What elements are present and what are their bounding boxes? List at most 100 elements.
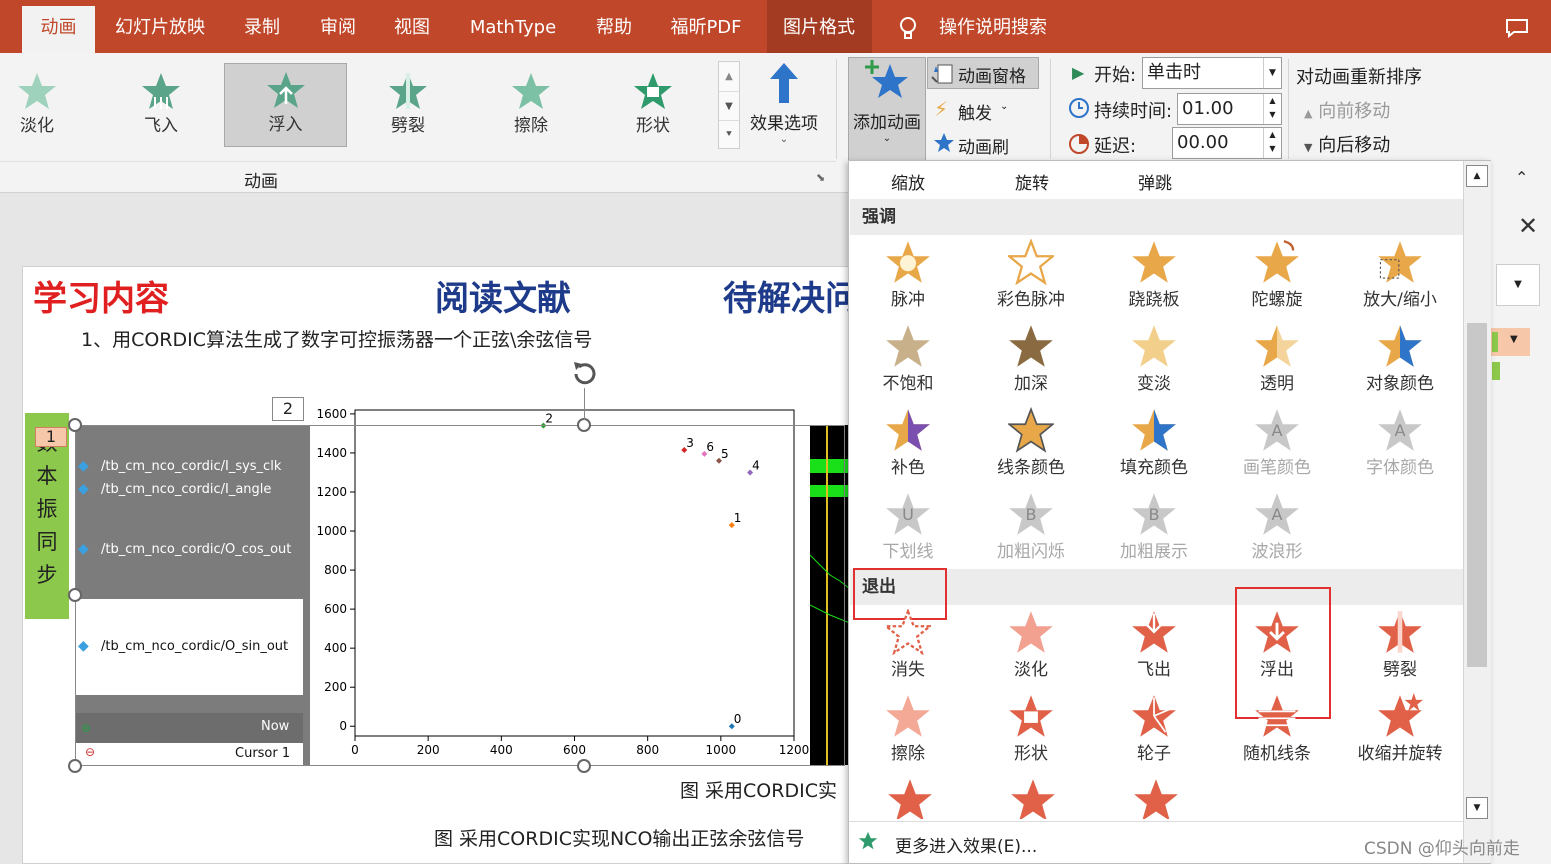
caption-partial[interactable]: 图 采用CORDIC实: [680, 776, 850, 803]
comment-icon[interactable]: [1505, 18, 1529, 39]
data-point-label: 4: [752, 458, 760, 472]
gallery-expand-icon[interactable]: ⯆: [719, 120, 739, 148]
scroll-thumb[interactable]: [1467, 323, 1487, 667]
emphasis-effect-desaturate[interactable]: 不饱和: [849, 323, 967, 403]
heading-reading[interactable]: 阅读文献: [435, 271, 571, 320]
trigger-button[interactable]: ⚡ 触发 ⌄: [930, 97, 1030, 125]
dropdown-arrow-icon[interactable]: ▼: [1510, 334, 1518, 345]
scroll-down-icon[interactable]: ▼: [719, 91, 739, 120]
start-select[interactable]: 单击时 ▼: [1142, 57, 1282, 89]
rotate-handle-icon[interactable]: [568, 358, 602, 390]
resize-handle[interactable]: [68, 759, 82, 773]
add-animation-button[interactable]: 添加动画 ⌄: [848, 57, 926, 161]
close-icon[interactable]: ✕: [1518, 212, 1538, 240]
exit-effect-wheel[interactable]: 轮子: [1095, 693, 1213, 773]
move-later-button[interactable]: ▼ 向后移动: [1304, 131, 1390, 157]
delay-spinner[interactable]: 00.00 ▲ ▼: [1172, 127, 1282, 159]
exit-effect-fly-out[interactable]: 飞出: [1095, 609, 1213, 689]
gallery-item-shape[interactable]: 形状: [598, 65, 708, 147]
move-earlier-button[interactable]: ▲ 向前移动: [1304, 97, 1390, 123]
animation-tag-2[interactable]: 2: [272, 397, 304, 421]
spinner-arrows-icon[interactable]: ▲ ▼: [1263, 94, 1281, 124]
gallery-item-fly-in[interactable]: 飞入: [106, 65, 216, 147]
exit-effect-shrink-turn[interactable]: 收缩并旋转: [1341, 693, 1459, 773]
data-point-label: 3: [686, 436, 694, 450]
animation-painter-button[interactable]: 动画刷: [930, 131, 1040, 159]
dialog-launcher-icon[interactable]: ⬊: [816, 171, 825, 184]
emphasis-effect-complementary-color[interactable]: 补色: [849, 407, 967, 487]
tab-mathtype[interactable]: MathType: [460, 6, 566, 53]
effect-options-button[interactable]: 效果选项 ⌄: [744, 61, 824, 155]
heading-learning[interactable]: 学习内容: [33, 271, 169, 320]
effect-label: 波浪形: [1251, 542, 1303, 562]
exit-effect-float-out[interactable]: 浮出: [1218, 609, 1336, 689]
cursor-label: Cursor 1: [235, 746, 291, 761]
duration-spinner[interactable]: 01.00 ▲ ▼: [1177, 93, 1282, 125]
exit-effect-split[interactable]: 劈裂: [1341, 609, 1459, 689]
emphasis-effect-color-pulse[interactable]: 彩色脉冲: [972, 239, 1090, 319]
emphasis-effect-teeter[interactable]: 跷跷板: [1095, 239, 1213, 319]
effect-spin[interactable]: 旋转: [1015, 169, 1049, 194]
y-tick-label: 1200: [316, 485, 347, 499]
scroll-up-icon[interactable]: ▲: [1466, 165, 1488, 187]
exit-effect-partial-icon[interactable]: [1010, 777, 1056, 819]
emphasis-effect-pulse[interactable]: 脉冲: [849, 239, 967, 319]
heading-todo[interactable]: 待解决问: [723, 271, 851, 320]
tab-review[interactable]: 审阅: [308, 6, 368, 53]
animation-gallery-dropdown[interactable]: 缩放 旋转 弹跳 强调 退出 更多进入效果(E)... ▲ ▼ 脉冲 彩色脉冲 跷跷…: [848, 160, 1491, 864]
emphasis-effect-fill-color[interactable]: 填充颜色: [1095, 407, 1213, 487]
resize-handle[interactable]: [577, 759, 591, 773]
exit-effect-partial-icon[interactable]: [887, 777, 933, 819]
exit-effect-wipe[interactable]: 擦除: [849, 693, 967, 773]
emphasis-effect-lighten[interactable]: 变淡: [1095, 323, 1213, 403]
tab-view[interactable]: 视图: [382, 6, 442, 53]
spinner-arrows-icon[interactable]: ▲ ▼: [1263, 128, 1281, 158]
gallery-item-fade[interactable]: 淡化: [0, 65, 92, 147]
emphasis-effect-darken[interactable]: 加深: [972, 323, 1090, 403]
scatter-chart[interactable]: 0 200 400 600 800 1000 1200 0 200 400 600 800 1000 12…: [310, 396, 810, 766]
tab-help[interactable]: 帮助: [584, 6, 644, 53]
emphasis-effect-grow-shrink[interactable]: 放大/缩小: [1341, 239, 1459, 319]
effect-bounce[interactable]: 弹跳: [1138, 169, 1172, 194]
resize-handle[interactable]: [68, 418, 82, 432]
gallery-item-wipe[interactable]: 擦除: [476, 65, 586, 147]
lighten-icon: [1095, 323, 1213, 369]
gallery-scroller[interactable]: ▲ ▼ ⯆: [718, 61, 740, 149]
effect-zoom[interactable]: 缩放: [891, 169, 925, 194]
emphasis-effect-object-color[interactable]: 对象颜色: [1341, 323, 1459, 403]
resize-handle[interactable]: [68, 588, 82, 602]
emphasis-effect-spin-spiral[interactable]: 陀螺旋: [1218, 239, 1336, 319]
scroll-up-icon[interactable]: ▲: [719, 62, 739, 91]
tab-animations[interactable]: 动画: [22, 6, 95, 53]
emphasis-effect-transparency[interactable]: 透明: [1218, 323, 1336, 403]
tab-record[interactable]: 录制: [232, 6, 292, 53]
exit-effect-fade[interactable]: 淡化: [972, 609, 1090, 689]
svg-text:A: A: [1271, 421, 1282, 440]
up-arrow-icon: [770, 63, 798, 103]
slide-text-line1[interactable]: 1、用CORDIC算法生成了数字可控振荡器一个正弦\余弦信号: [81, 325, 592, 352]
emphasis-effect-line-color[interactable]: 线条颜色: [972, 407, 1090, 487]
exit-effect-random-bars[interactable]: 随机线条: [1218, 693, 1336, 773]
scroll-down-icon[interactable]: ▼: [1466, 797, 1488, 819]
collapse-ribbon-icon[interactable]: ⌃: [1515, 168, 1528, 187]
animation-pane-button[interactable]: 动画窗格: [927, 57, 1039, 89]
animation-tag-1[interactable]: 1: [35, 427, 67, 447]
tell-me-search[interactable]: 操作说明搜索: [930, 6, 1056, 53]
tab-picture-format[interactable]: 图片格式: [772, 6, 866, 53]
gallery-item-split[interactable]: 劈裂: [353, 65, 463, 147]
dropdown-arrow-icon[interactable]: ▼: [1496, 264, 1540, 306]
animation-painter-label: 动画刷: [958, 138, 1009, 158]
tab-foxit-pdf[interactable]: 福昕PDF: [660, 6, 752, 53]
tab-slideshow[interactable]: 幻灯片放映: [105, 6, 215, 53]
resize-handle[interactable]: [577, 418, 591, 432]
caption-full[interactable]: 图 采用CORDIC实现NCO输出正弦余弦信号: [434, 824, 804, 851]
animation-list-item[interactable]: ▼: [1490, 328, 1530, 356]
effect-label: 淡化: [1014, 660, 1048, 680]
exit-effect-shape[interactable]: 形状: [972, 693, 1090, 773]
dropdown-arrow-icon[interactable]: ▼: [1263, 58, 1281, 88]
dropdown-scrollbar[interactable]: ▲ ▼: [1463, 161, 1491, 863]
exit-effect-disappear[interactable]: 消失: [849, 609, 967, 689]
exit-effect-partial-icon[interactable]: [1133, 777, 1179, 819]
chevron-down-icon: ⌄: [779, 134, 789, 145]
gallery-item-float-in[interactable]: 浮入: [224, 63, 347, 147]
